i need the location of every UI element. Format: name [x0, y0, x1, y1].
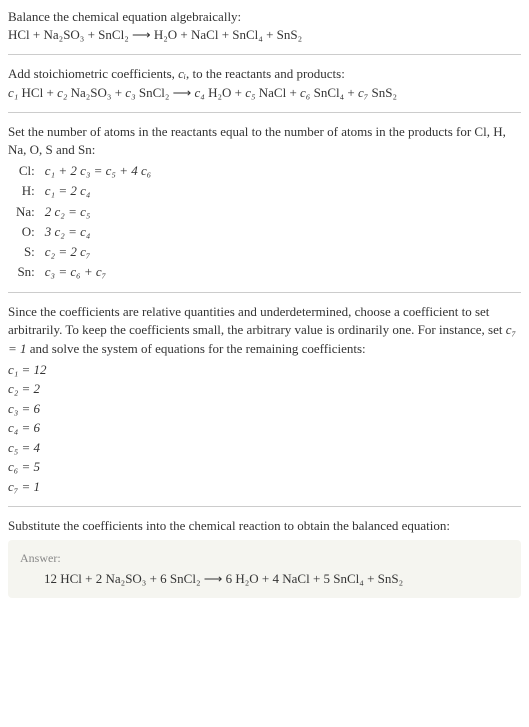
- coefficient-value: c₄ = 6: [8, 418, 521, 438]
- term: HCl +: [18, 85, 57, 100]
- coefficient-value: c₆ = 5: [8, 457, 521, 477]
- term: NaCl +: [256, 85, 301, 100]
- coef: c₇: [358, 85, 368, 100]
- balance-equation: c₁ = 2 c₄: [41, 181, 155, 201]
- term: Na₂SO₃ +: [67, 85, 125, 100]
- section-result: Substitute the coefficients into the che…: [8, 517, 521, 598]
- balance-equation: 2 c₂ = c₅: [41, 202, 155, 222]
- term: H₂O +: [205, 85, 245, 100]
- atom-balance-intro: Set the number of atoms in the reactants…: [8, 123, 521, 159]
- answer-label: Answer:: [20, 550, 509, 567]
- section-problem: Balance the chemical equation algebraica…: [8, 8, 521, 44]
- text-part: Add stoichiometric coefficients,: [8, 66, 178, 81]
- balance-equation: c₁ + 2 c₃ = c₅ + 4 c₆: [41, 161, 155, 181]
- element-label: Cl:: [12, 161, 41, 181]
- coef: c₂: [57, 85, 67, 100]
- table-row: Na:2 c₂ = c₅: [12, 202, 155, 222]
- element-label: S:: [12, 242, 41, 262]
- table-row: O:3 c₂ = c₄: [12, 222, 155, 242]
- term: SnS₂: [368, 85, 397, 100]
- stoich-text: Add stoichiometric coefficients, cᵢ, to …: [8, 65, 521, 83]
- balance-equation: c₂ = 2 c₇: [41, 242, 155, 262]
- text-part: , to the reactants and products:: [186, 66, 345, 81]
- table-row: H:c₁ = 2 c₄: [12, 181, 155, 201]
- divider: [8, 54, 521, 55]
- problem-text: Balance the chemical equation algebraica…: [8, 8, 521, 26]
- coefficient-list: c₁ = 12 c₂ = 2 c₃ = 6 c₄ = 6 c₅ = 4 c₆ =…: [8, 360, 521, 497]
- ci-symbol: cᵢ: [178, 66, 186, 81]
- atom-balance-table: Cl:c₁ + 2 c₃ = c₅ + 4 c₆ H:c₁ = 2 c₄ Na:…: [12, 161, 155, 282]
- text-part: and solve the system of equations for th…: [27, 341, 366, 356]
- coef: c₃: [125, 85, 135, 100]
- section-atom-balance: Set the number of atoms in the reactants…: [8, 123, 521, 283]
- coef: c₁: [8, 85, 18, 100]
- coefficient-value: c₂ = 2: [8, 379, 521, 399]
- element-label: H:: [12, 181, 41, 201]
- element-label: O:: [12, 222, 41, 242]
- balanced-equation: 12 HCl + 2 Na₂SO₃ + 6 SnCl₂ ⟶ 6 H₂O + 4 …: [20, 570, 509, 588]
- table-row: Cl:c₁ + 2 c₃ = c₅ + 4 c₆: [12, 161, 155, 181]
- section-stoichiometric: Add stoichiometric coefficients, cᵢ, to …: [8, 65, 521, 101]
- solve-intro: Since the coefficients are relative quan…: [8, 303, 521, 358]
- divider: [8, 292, 521, 293]
- term: SnCl₄ +: [310, 85, 358, 100]
- coefficient-value: c₅ = 4: [8, 438, 521, 458]
- coef: c₆: [300, 85, 310, 100]
- table-row: S:c₂ = 2 c₇: [12, 242, 155, 262]
- divider: [8, 112, 521, 113]
- stoich-equation: c₁ HCl + c₂ Na₂SO₃ + c₃ SnCl₂ ⟶ c₄ H₂O +…: [8, 84, 521, 102]
- balance-equation: c₃ = c₆ + c₇: [41, 262, 155, 282]
- section-solve: Since the coefficients are relative quan…: [8, 303, 521, 496]
- coefficient-value: c₃ = 6: [8, 399, 521, 419]
- coef: c₄: [195, 85, 205, 100]
- text-part: Since the coefficients are relative quan…: [8, 304, 506, 337]
- coef: c₅: [245, 85, 255, 100]
- balance-equation: 3 c₂ = c₄: [41, 222, 155, 242]
- coefficient-value: c₁ = 12: [8, 360, 521, 380]
- element-label: Sn:: [12, 262, 41, 282]
- coefficient-value: c₇ = 1: [8, 477, 521, 497]
- answer-box: Answer: 12 HCl + 2 Na₂SO₃ + 6 SnCl₂ ⟶ 6 …: [8, 540, 521, 599]
- divider: [8, 506, 521, 507]
- table-row: Sn:c₃ = c₆ + c₇: [12, 262, 155, 282]
- unbalanced-equation: HCl + Na₂SO₃ + SnCl₂ ⟶ H₂O + NaCl + SnCl…: [8, 26, 521, 44]
- element-label: Na:: [12, 202, 41, 222]
- term: SnCl₂ ⟶: [136, 85, 195, 100]
- result-intro: Substitute the coefficients into the che…: [8, 517, 521, 535]
